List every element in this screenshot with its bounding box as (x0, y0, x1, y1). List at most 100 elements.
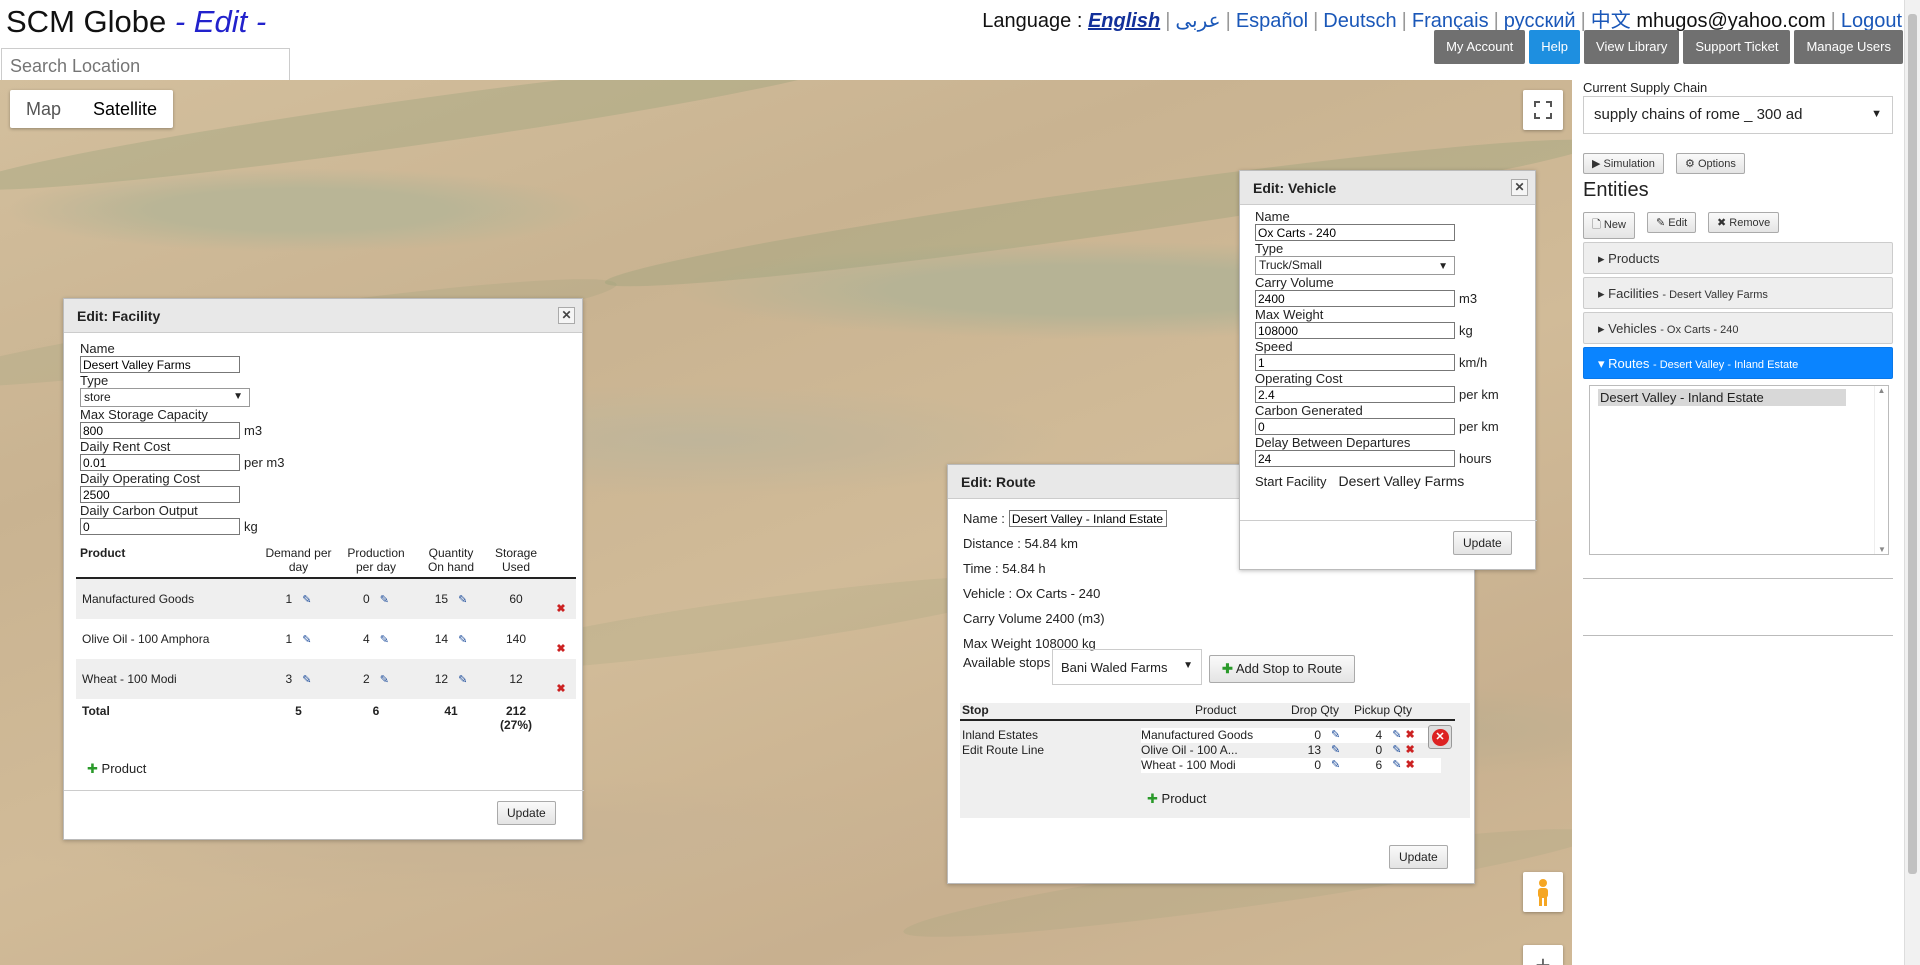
edit-route-line-link[interactable]: Edit Route Line (962, 743, 1044, 758)
remove-button[interactable]: ✖ Remove (1708, 212, 1780, 233)
page-scrollbar[interactable] (1904, 0, 1920, 965)
unit-label: per m3 (244, 455, 285, 470)
route-update-button[interactable]: Update (1389, 845, 1448, 869)
route-line-row: Olive Oil - 100 A... 13 ✎ 0 ✎ ✖ (1141, 743, 1441, 758)
storage-value: 12 (486, 659, 546, 699)
product-name: Olive Oil - 100 A... (1141, 743, 1238, 757)
edit-pencil-icon[interactable]: ✎ (458, 634, 467, 646)
rent-cost-field[interactable] (80, 454, 240, 471)
edit-button[interactable]: ✎ Edit (1647, 212, 1697, 233)
remove-icon[interactable]: ✖ (556, 643, 565, 655)
add-product-link[interactable]: ✚ Product (1147, 791, 1206, 807)
options-button[interactable]: ⚙ Options (1676, 153, 1745, 174)
edit-pencil-icon[interactable]: ✎ (302, 594, 311, 606)
zoom-in-button[interactable]: + (1523, 945, 1563, 965)
accordion-facilities[interactable]: ▸ Facilities - Desert Valley Farms (1583, 277, 1893, 309)
edit-pencil-icon[interactable]: ✎ (1331, 758, 1340, 773)
help-button[interactable]: Help (1529, 30, 1581, 64)
edit-pencil-icon[interactable]: ✎ (458, 674, 467, 686)
vehicle-type-select[interactable]: Truck/Small ▼ (1255, 256, 1455, 275)
add-product-link[interactable]: ✚ Product (87, 761, 146, 777)
drop-value: 13 (1307, 743, 1321, 757)
start-facility-label: Start Facility (1255, 474, 1327, 489)
dropdown-arrow-icon: ▼ (1183, 660, 1193, 671)
carry-value: 2400 (m3) (1045, 611, 1105, 626)
edit-pencil-icon[interactable]: ✎ (380, 594, 389, 606)
lang-spanish[interactable]: Español (1236, 10, 1308, 32)
pickup-value: 4 (1375, 728, 1383, 742)
map-type-control: Map Satellite (10, 90, 174, 128)
facility-update-button[interactable]: Update (497, 801, 556, 825)
chevron-right-icon: ▸ (1598, 321, 1605, 336)
edit-pencil-icon[interactable]: ✎ (1392, 743, 1401, 758)
lang-english[interactable]: English (1088, 10, 1160, 32)
remove-stop-icon[interactable]: ✕ (1428, 725, 1452, 749)
scrollbar-thumb[interactable] (1908, 14, 1917, 874)
accordion-vehicles[interactable]: ▸ Vehicles - Ox Carts - 240 (1583, 312, 1893, 344)
my-account-button[interactable]: My Account (1434, 30, 1526, 64)
available-stops-select[interactable]: Bani Waled Farms ▼ (1052, 649, 1202, 685)
accordion-routes[interactable]: ▾ Routes - Desert Valley - Inland Estate (1583, 347, 1893, 379)
edit-pencil-icon[interactable]: ✎ (1331, 743, 1340, 758)
edit-pencil-icon[interactable]: ✎ (380, 674, 389, 686)
supply-chain-select[interactable]: supply chains of rome _ 300 ad ▼ (1583, 96, 1893, 134)
unit-label: per km (1459, 387, 1499, 402)
unit-label: per km (1459, 419, 1499, 434)
carbon-field[interactable] (1255, 418, 1455, 435)
new-button[interactable]: 🗋 New (1583, 212, 1635, 239)
remove-icon[interactable]: ✖ (1405, 728, 1414, 743)
logout-link[interactable]: Logout (1841, 10, 1902, 32)
total-row: Total 5 6 41 212 (27%) (76, 699, 576, 745)
vehicle-name-field[interactable] (1255, 224, 1455, 241)
scrollbar[interactable]: ▲ ▼ (1874, 386, 1888, 554)
edit-pencil-icon[interactable]: ✎ (458, 594, 467, 606)
edit-pencil-icon[interactable]: ✎ (1331, 728, 1340, 743)
close-icon[interactable]: ✕ (1511, 179, 1528, 196)
accordion-products[interactable]: ▸ Products (1583, 242, 1893, 274)
carbon-output-field[interactable] (80, 518, 240, 535)
list-item[interactable]: Desert Valley - Inland Estate (1598, 389, 1846, 406)
facility-type-select[interactable]: store ▼ (80, 388, 250, 407)
operating-cost-field[interactable] (1255, 386, 1455, 403)
facility-name-field[interactable] (80, 356, 240, 373)
close-icon[interactable]: ✕ (558, 307, 575, 324)
storage-value: 60 (486, 578, 546, 619)
map-type-map[interactable]: Map (10, 90, 77, 128)
remove-icon[interactable]: ✖ (1405, 758, 1414, 773)
route-line-row: Manufactured Goods 0 ✎ 4 ✎ ✖ (1141, 728, 1441, 743)
route-name-field[interactable] (1008, 510, 1167, 527)
street-view-pegman-icon[interactable] (1523, 872, 1563, 912)
add-stop-button[interactable]: ✚ Add Stop to Route (1209, 655, 1356, 683)
support-ticket-button[interactable]: Support Ticket (1683, 30, 1791, 64)
lang-arabic[interactable]: عربى (1175, 10, 1220, 32)
map-type-satellite[interactable]: Satellite (77, 90, 173, 128)
lang-french[interactable]: Français (1412, 10, 1489, 32)
edit-pencil-icon[interactable]: ✎ (302, 674, 311, 686)
simulation-button[interactable]: ▶ Simulation (1583, 153, 1664, 174)
vehicle-update-button[interactable]: Update (1453, 531, 1512, 555)
fullscreen-icon[interactable] (1523, 90, 1563, 130)
onhand-value: 12 (434, 672, 449, 686)
view-library-button[interactable]: View Library (1584, 30, 1680, 64)
storage-capacity-field[interactable] (80, 422, 240, 439)
remove-icon[interactable]: ✖ (556, 683, 565, 695)
edit-pencil-icon[interactable]: ✎ (1392, 758, 1401, 773)
max-weight-field[interactable] (1255, 322, 1455, 339)
lang-chinese[interactable]: 中文 (1591, 10, 1631, 32)
remove-icon[interactable]: ✖ (556, 603, 565, 615)
edit-pencil-icon[interactable]: ✎ (380, 634, 389, 646)
remove-icon[interactable]: ✖ (1405, 743, 1414, 758)
delay-field[interactable] (1255, 450, 1455, 467)
edit-pencil-icon[interactable]: ✎ (1392, 728, 1401, 743)
operating-cost-field[interactable] (80, 486, 240, 503)
carbon-label: Daily Carbon Output (80, 503, 198, 518)
speed-field[interactable] (1255, 354, 1455, 371)
lang-german[interactable]: Deutsch (1323, 10, 1396, 32)
edit-pencil-icon[interactable]: ✎ (302, 634, 311, 646)
speed-label: Speed (1255, 339, 1293, 354)
routes-list[interactable]: Desert Valley - Inland Estate ▲ ▼ (1589, 385, 1889, 555)
lang-russian[interactable]: русский (1504, 10, 1576, 32)
chevron-right-icon: ▸ (1598, 251, 1605, 266)
manage-users-button[interactable]: Manage Users (1794, 30, 1903, 64)
carry-volume-field[interactable] (1255, 290, 1455, 307)
